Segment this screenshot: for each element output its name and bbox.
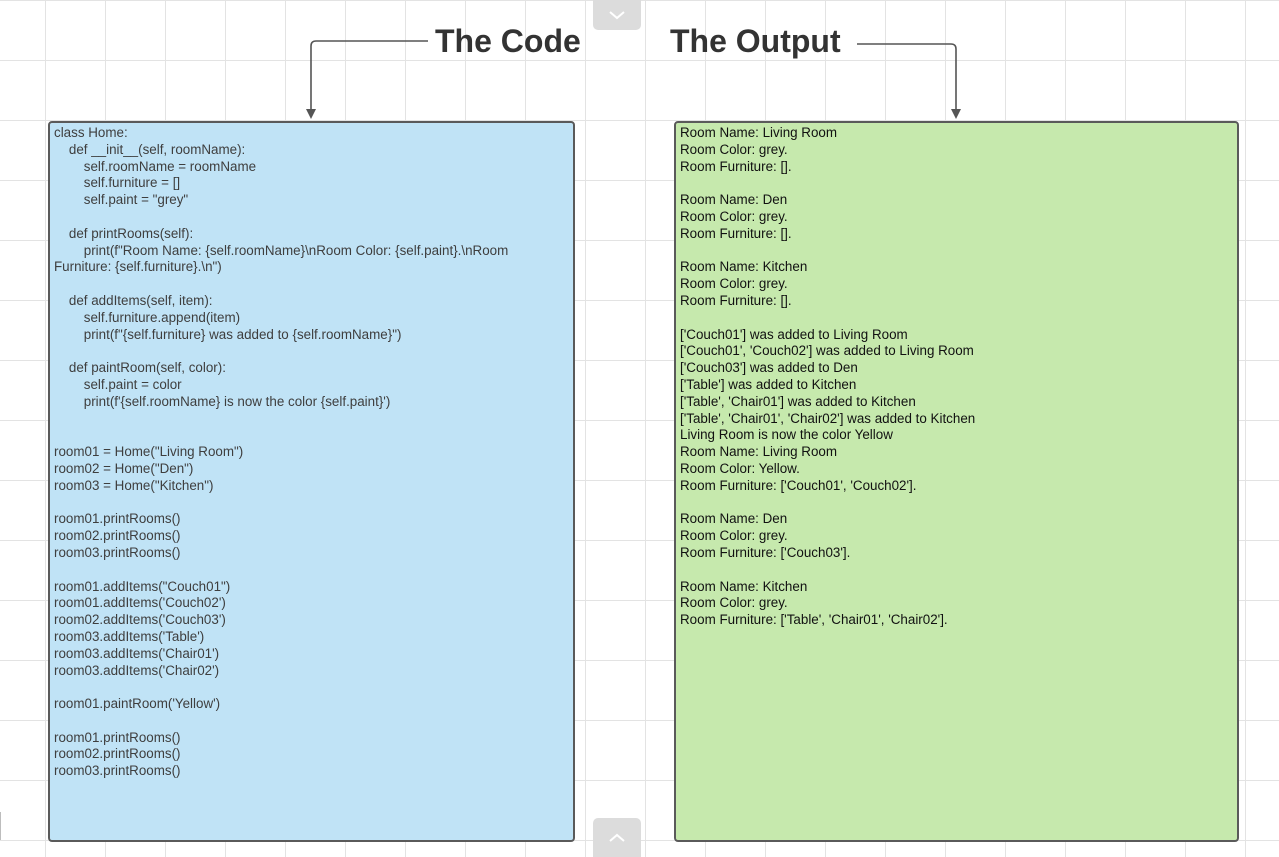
top-panel-toggle[interactable]: [593, 0, 641, 30]
code-panel[interactable]: class Home: def __init__(self, roomName)…: [48, 121, 575, 842]
output-text: Room Name: Living Room Room Color: grey.…: [680, 125, 976, 628]
code-text: class Home: def __init__(self, roomName)…: [54, 125, 509, 779]
output-heading: The Output: [670, 23, 841, 59]
output-panel[interactable]: Room Name: Living Room Room Color: grey.…: [674, 121, 1239, 842]
code-connector-line: [310, 40, 428, 110]
chevron-down-icon: [609, 11, 625, 20]
canvas-edge-mark: [0, 812, 1, 840]
bottom-panel-toggle[interactable]: [593, 818, 641, 857]
output-connector-line: [857, 43, 957, 110]
code-heading: The Code: [435, 23, 581, 59]
code-connector-arrowhead: [306, 109, 316, 119]
chevron-up-icon: [609, 833, 625, 842]
output-connector-arrowhead: [951, 109, 961, 119]
